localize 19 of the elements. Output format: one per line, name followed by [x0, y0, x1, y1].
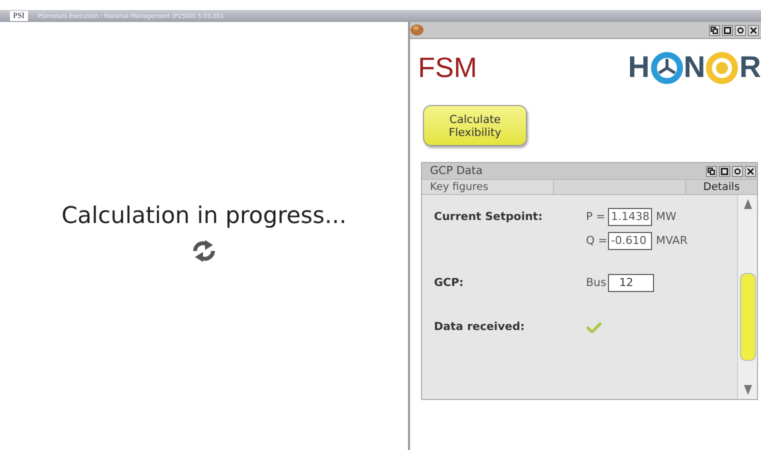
field-label: P = [586, 208, 606, 225]
app-logo: PSI [10, 11, 28, 21]
q-value-field[interactable]: -0.610 [608, 232, 652, 250]
panel-tab[interactable]: Key figures [422, 180, 554, 194]
app-name: FSM [418, 51, 478, 85]
field-label: Bus [586, 274, 606, 291]
company-logo: H N R [628, 51, 761, 85]
unit-label: MVAR [656, 232, 688, 249]
unit-label: MW [656, 208, 676, 225]
field-label: Q = [586, 232, 608, 249]
field-label: Current Setpoint: [434, 208, 544, 225]
panel-title: GCP Data [430, 162, 483, 179]
field-label: Data received: [434, 318, 526, 335]
panel-tab[interactable]: Details [685, 180, 757, 194]
progress-message: Calculation in progress... [61, 202, 347, 231]
p-value-field[interactable]: 1.1438 [608, 208, 652, 226]
gcp-value-field[interactable]: 12 [608, 274, 654, 292]
field-label: GCP: [434, 274, 465, 291]
calculate-flexibility-button[interactable]: Calculate Flexibility [423, 105, 527, 146]
